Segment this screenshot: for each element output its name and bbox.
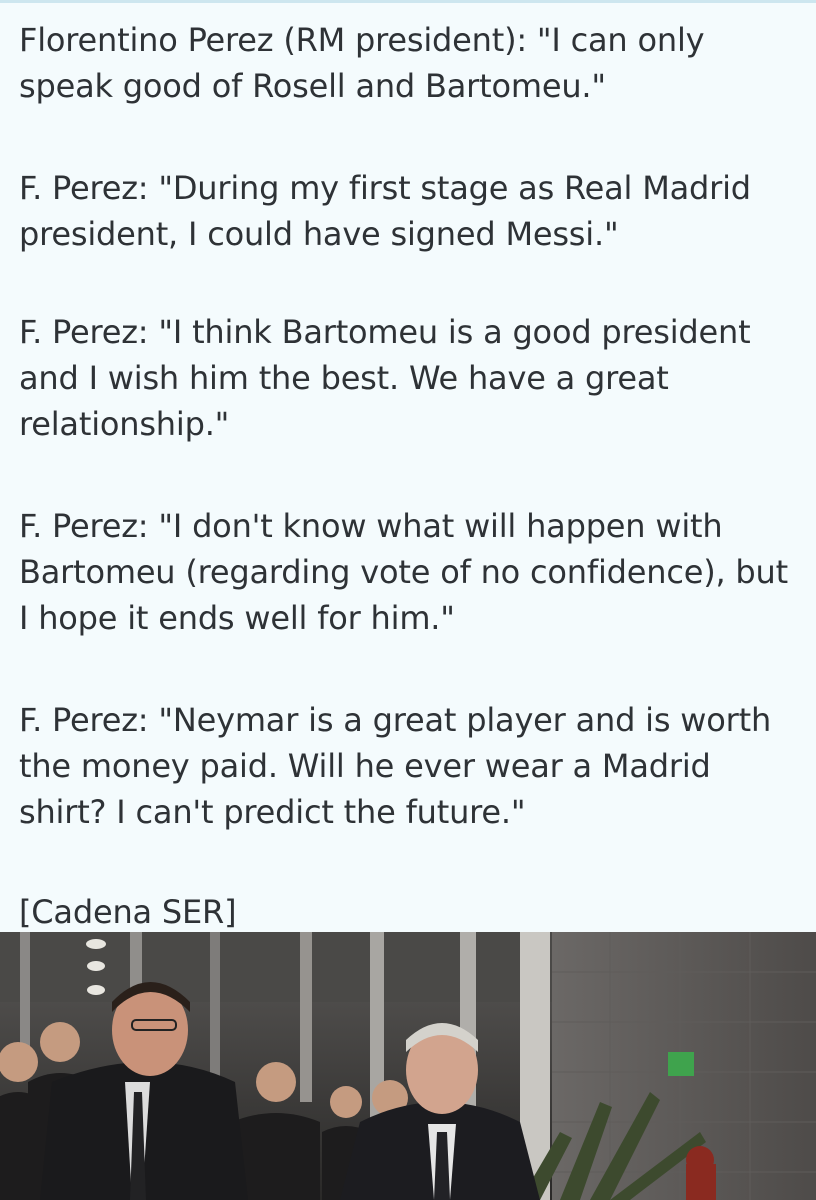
news-photo-image	[0, 932, 816, 1200]
quote-paragraph-2: F. Perez: "During my first stage as Real…	[19, 169, 751, 253]
tweet-text-panel: Florentino Perez (RM president): "I can …	[0, 0, 816, 932]
quote-paragraph-3: F. Perez: "I think Bartomeu is a good pr…	[19, 313, 751, 443]
source-attribution: [Cadena SER]	[19, 893, 237, 931]
news-photo	[0, 932, 816, 1200]
quote-paragraph-5: F. Perez: "Neymar is a great player and …	[19, 701, 772, 831]
quote-paragraph-1: Florentino Perez (RM president): "I can …	[19, 21, 705, 105]
quote-paragraph-4: F. Perez: "I don't know what will happen…	[19, 507, 788, 637]
